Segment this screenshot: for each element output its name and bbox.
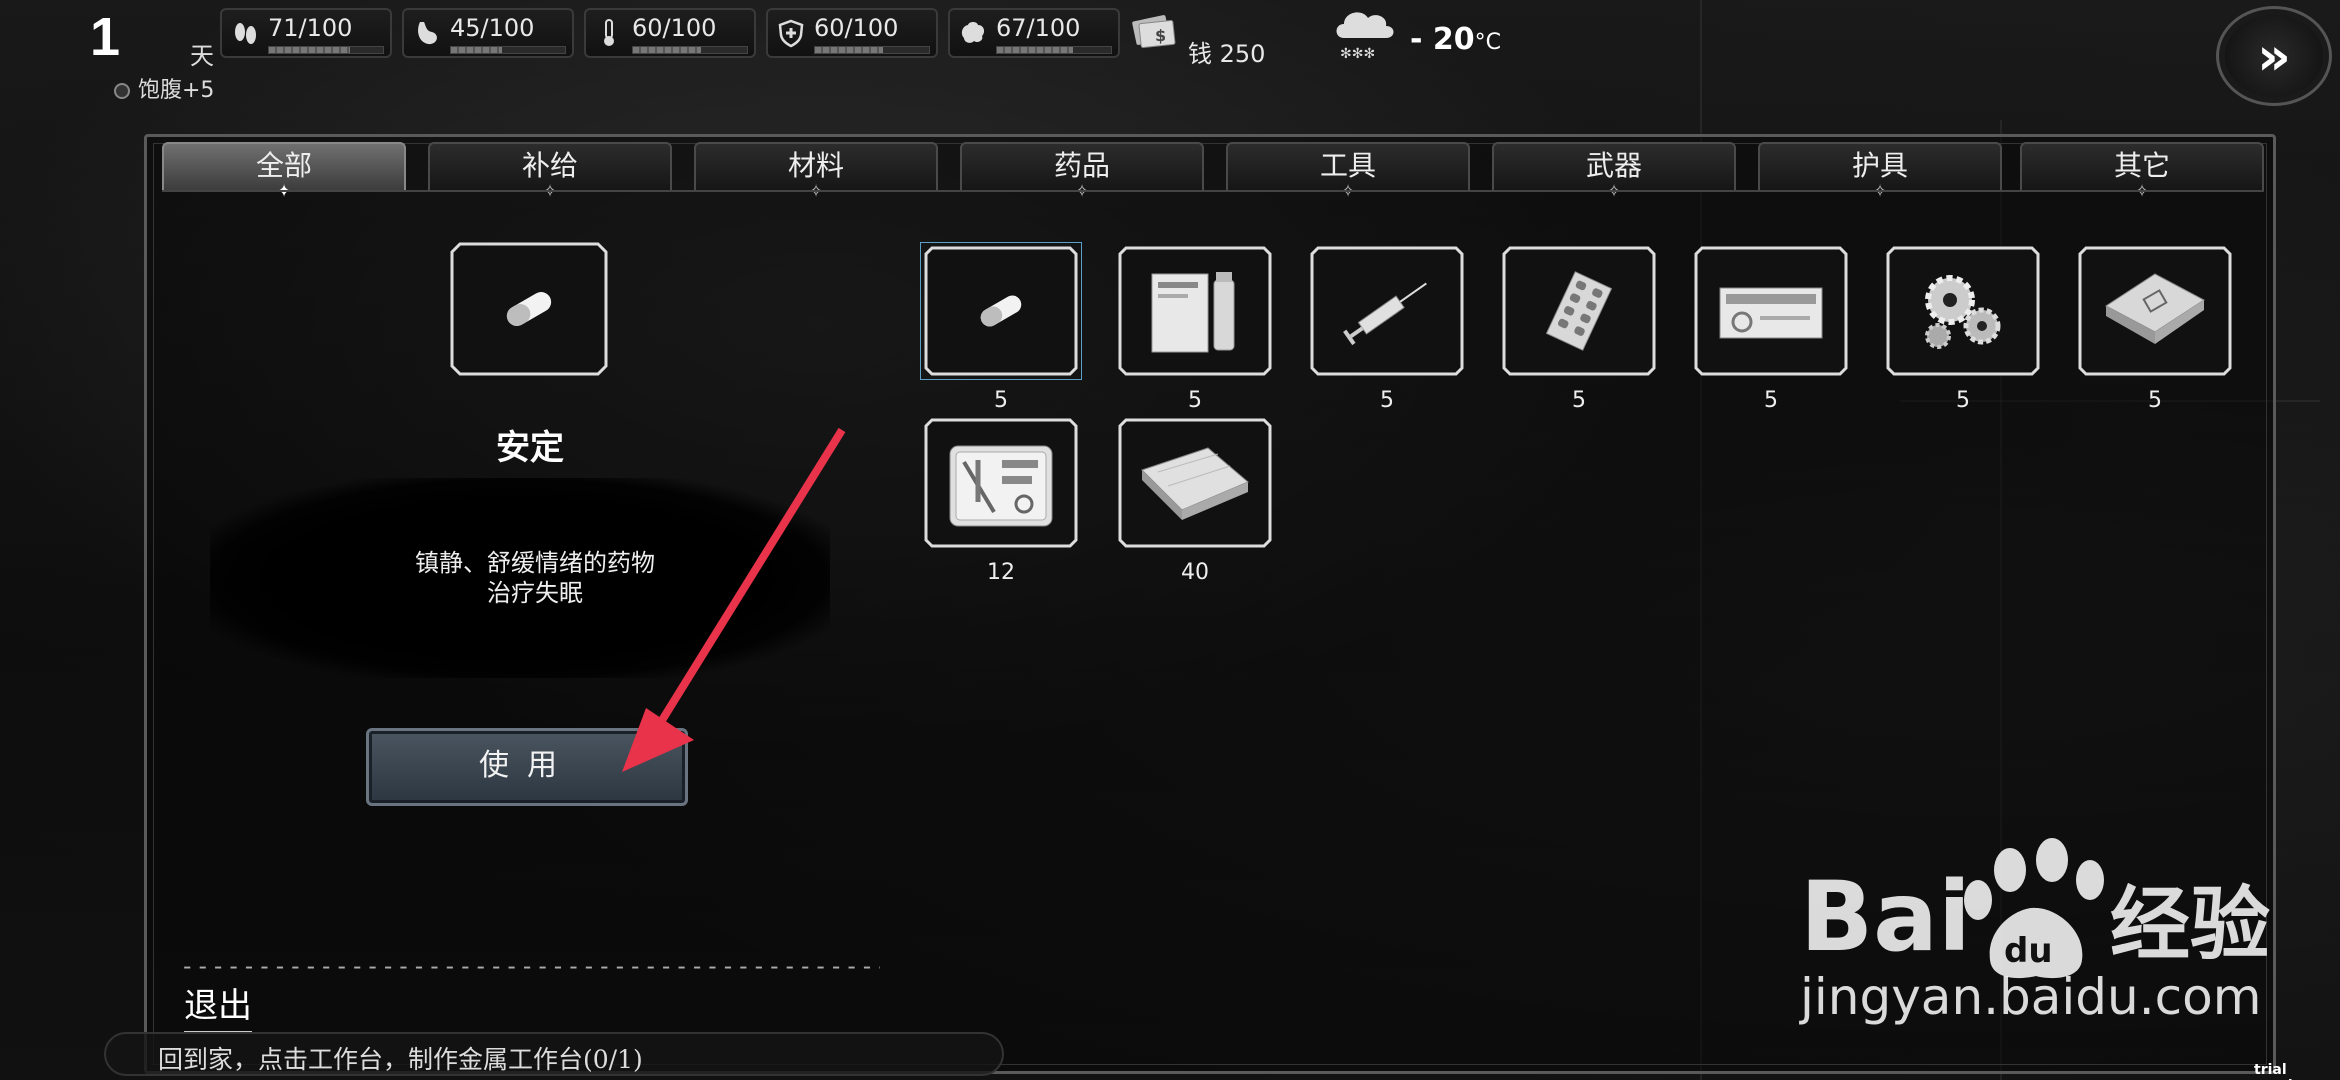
use-button[interactable]: 使用 xyxy=(366,728,688,806)
item-count: 5 xyxy=(2148,388,2162,413)
syringe-icon xyxy=(1343,282,1427,346)
chip-icon xyxy=(2105,273,2205,344)
stat-bar xyxy=(814,46,930,54)
inventory-slot-pill[interactable]: 5 xyxy=(920,242,1082,413)
divider-dashes: ----------------------------------------… xyxy=(180,952,880,980)
item-description: 镇静、舒缓情绪的药物 治疗失眠 xyxy=(300,548,770,608)
blister-pack-icon xyxy=(1545,271,1613,351)
tab-weapons[interactable]: 武器✧ xyxy=(1492,142,1736,202)
tab-materials[interactable]: 材料✧ xyxy=(694,142,938,202)
watermark-url: jingyan.baidu.com xyxy=(1800,968,2262,1026)
inventory-slot-gears[interactable]: 5 xyxy=(1882,242,2044,413)
svg-text:经验: 经验 xyxy=(2110,878,2270,971)
stat-value: 45/100 xyxy=(450,14,535,42)
temperature-value: - 20 xyxy=(1410,22,1475,57)
item-count: 5 xyxy=(1380,388,1394,413)
toolkit-icon xyxy=(949,445,1053,527)
stat-bar-fill xyxy=(451,47,503,53)
temperature-readout: - 20°C xyxy=(1410,22,1501,57)
stat-bar xyxy=(996,46,1112,54)
status-effect: 饱腹+5 xyxy=(114,72,214,104)
snow-cloud-icon: ✻✻✻ xyxy=(1336,12,1394,62)
quest-tracker[interactable]: 回到家，点击工作台，制作金属工作台(0/1) xyxy=(104,1032,1004,1076)
stat-bar-fill xyxy=(815,47,884,53)
day-counter: 1 xyxy=(90,7,121,67)
gears-icon xyxy=(1925,275,2001,349)
stat-temperature: 60/100 xyxy=(584,8,756,58)
tab-supplies[interactable]: 补给✧ xyxy=(428,142,672,202)
selected-item-preview xyxy=(450,242,608,376)
inventory-slot-toolkit[interactable]: 12 xyxy=(920,414,1082,585)
stat-bar xyxy=(632,46,748,54)
footprint-icon xyxy=(230,18,260,48)
medicine-box-icon xyxy=(1151,272,1235,353)
tab-underline xyxy=(162,190,2264,192)
temperature-unit: °C xyxy=(1474,30,1502,55)
tab-armor[interactable]: 护具✧ xyxy=(1758,142,2002,202)
stat-bar-fill xyxy=(997,47,1074,53)
stat-bar xyxy=(450,46,566,54)
inventory-slot-wood-plank[interactable]: 40 xyxy=(1114,414,1276,585)
item-count: 40 xyxy=(1181,560,1209,585)
description-line: 镇静、舒缓情绪的药物 xyxy=(415,549,655,577)
trial-version-label: trial version xyxy=(2254,1062,2312,1080)
health-shield-icon xyxy=(776,18,806,48)
tab-other[interactable]: 其它✧ xyxy=(2020,142,2264,202)
status-text: 饱腹+5 xyxy=(138,78,215,103)
stat-value: 67/100 xyxy=(996,14,1081,42)
svg-text:du: du xyxy=(2004,931,2053,971)
stat-value: 60/100 xyxy=(632,14,717,42)
stat-health: 60/100 xyxy=(766,8,938,58)
brain-icon xyxy=(958,18,988,48)
stat-hunger: 45/100 xyxy=(402,8,574,58)
inventory-slot-capsule-box[interactable]: 5 xyxy=(1690,242,1852,413)
stat-value: 71/100 xyxy=(268,14,353,42)
use-button-label: 使用 xyxy=(479,748,575,783)
money-label: 钱 250 xyxy=(1188,40,1266,68)
thermometer-icon xyxy=(594,18,624,48)
stat-stamina: 71/100 xyxy=(220,8,392,58)
category-tabs: 全部✦ 补给✧ 材料✧ 药品✧ 工具✧ 武器✧ 护具✧ 其它✧ xyxy=(162,142,2264,202)
day-label: 天 xyxy=(190,42,214,70)
item-count: 5 xyxy=(1956,388,1970,413)
wood-plank-icon xyxy=(1141,447,1249,520)
item-count: 12 xyxy=(987,560,1015,585)
status-dot-icon xyxy=(114,83,130,99)
item-count: 5 xyxy=(1188,388,1202,413)
stat-value: 60/100 xyxy=(814,14,899,42)
tab-tools[interactable]: 工具✧ xyxy=(1226,142,1470,202)
item-count: 5 xyxy=(1764,388,1778,413)
tab-medicine[interactable]: 药品✧ xyxy=(960,142,1204,202)
pill-icon xyxy=(980,295,1022,327)
stat-bar-fill xyxy=(633,47,702,53)
svg-text:$: $ xyxy=(1155,26,1166,45)
item-name: 安定 xyxy=(496,428,564,468)
svg-text:Bai: Bai xyxy=(1800,861,1971,973)
item-count: 5 xyxy=(1572,388,1586,413)
item-count: 5 xyxy=(994,388,1008,413)
fast-forward-button[interactable]: » xyxy=(2216,6,2332,106)
stat-sanity: 67/100 xyxy=(948,8,1120,58)
stat-bar xyxy=(268,46,384,54)
inventory-slot-syringe[interactable]: 5 xyxy=(1306,242,1468,413)
money-icon: $ xyxy=(1132,15,1176,49)
description-line: 治疗失眠 xyxy=(487,579,583,607)
quest-text: 回到家，点击工作台，制作金属工作台(0/1) xyxy=(158,1045,643,1074)
inventory-slot-medicine-box[interactable]: 5 xyxy=(1114,242,1276,413)
stomach-icon xyxy=(412,18,442,48)
inventory-slot-chip[interactable]: 5 xyxy=(2074,242,2236,413)
inventory-slot-blister-pack[interactable]: 5 xyxy=(1498,242,1660,413)
tab-all[interactable]: 全部✦ xyxy=(162,142,406,202)
exit-button[interactable]: 退出 xyxy=(184,978,252,1033)
fast-forward-icon: » xyxy=(2257,27,2291,87)
stat-bar-fill xyxy=(269,47,350,53)
svg-text:✻✻✻: ✻✻✻ xyxy=(1340,46,1375,62)
capsule-box-icon xyxy=(1719,287,1823,339)
top-hud: 1 天 71/100 45/100 60/100 60/100 67/100 $… xyxy=(0,0,2340,106)
